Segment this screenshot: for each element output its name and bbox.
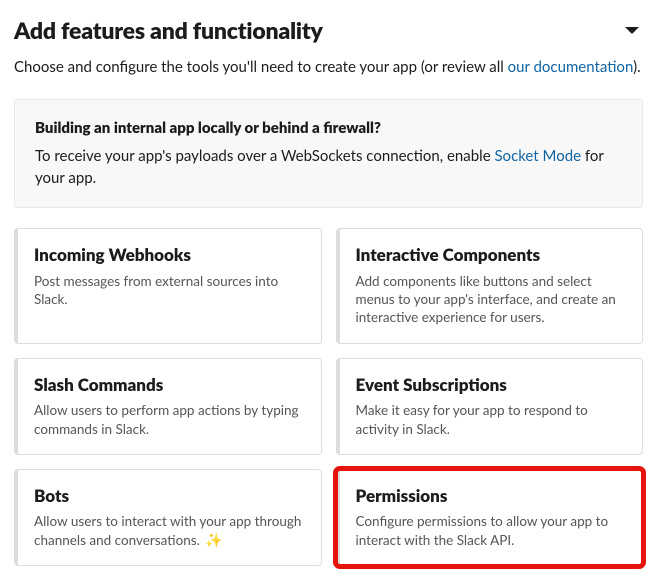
feature-cards-grid: Incoming Webhooks Post messages from ext… xyxy=(14,228,643,566)
card-permissions[interactable]: Permissions Configure permissions to all… xyxy=(336,469,644,567)
card-title: Bots xyxy=(34,484,305,509)
card-desc: Allow users to interact with your app th… xyxy=(34,512,305,549)
card-title: Permissions xyxy=(356,484,627,509)
notice-heading: Building an internal app locally or behi… xyxy=(35,118,622,140)
card-desc: Add components like buttons and select m… xyxy=(356,272,627,327)
chevron-down-icon[interactable] xyxy=(625,27,639,34)
card-title: Event Subscriptions xyxy=(356,373,627,398)
card-desc: Configure permissions to allow your app … xyxy=(356,512,627,548)
intro-suffix: ). xyxy=(633,58,641,76)
section-title: Add features and functionality xyxy=(14,14,323,47)
intro-prefix: Choose and configure the tools you'll ne… xyxy=(14,58,508,76)
section-intro: Choose and configure the tools you'll ne… xyxy=(14,57,643,79)
card-title: Incoming Webhooks xyxy=(34,243,305,268)
card-bots[interactable]: Bots Allow users to interact with your a… xyxy=(14,469,322,567)
card-slash-commands[interactable]: Slash Commands Allow users to perform ap… xyxy=(14,358,322,455)
section-header[interactable]: Add features and functionality xyxy=(14,14,643,47)
socket-mode-link[interactable]: Socket Mode xyxy=(494,147,581,165)
card-title: Interactive Components xyxy=(356,243,627,268)
card-desc: Post messages from external sources into… xyxy=(34,272,305,308)
card-event-subscriptions[interactable]: Event Subscriptions Make it easy for you… xyxy=(336,358,644,455)
card-incoming-webhooks[interactable]: Incoming Webhooks Post messages from ext… xyxy=(14,228,322,343)
notice-body: To receive your app's payloads over a We… xyxy=(35,146,622,190)
notice-body-prefix: To receive your app's payloads over a We… xyxy=(35,147,494,165)
sparkle-icon: ✨ xyxy=(205,531,222,550)
card-desc-text: Allow users to interact with your app th… xyxy=(34,513,301,547)
card-title: Slash Commands xyxy=(34,373,305,398)
card-desc: Make it easy for your app to respond to … xyxy=(356,401,627,437)
card-desc: Allow users to perform app actions by ty… xyxy=(34,401,305,437)
card-interactive-components[interactable]: Interactive Components Add components li… xyxy=(336,228,644,343)
documentation-link[interactable]: our documentation xyxy=(508,58,633,76)
socket-mode-notice: Building an internal app locally or behi… xyxy=(14,99,643,208)
